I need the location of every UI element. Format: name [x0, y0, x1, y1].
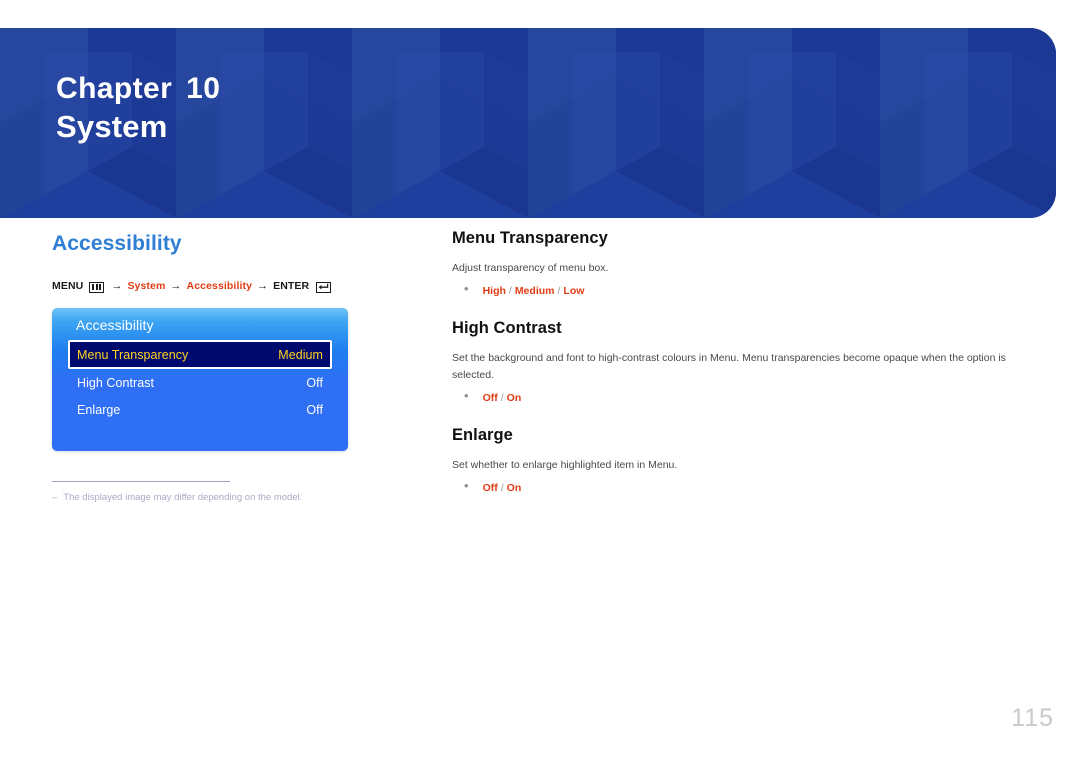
- menu-grid-icon: [89, 281, 105, 293]
- left-column: Accessibility MENU → System → Accessibil…: [52, 232, 412, 504]
- chapter-header-band: Chapter 10 System: [0, 28, 1056, 218]
- topic-enlarge: Enlarge Set whether to enlarge highlight…: [452, 426, 1022, 494]
- topic-description: Set whether to enlarge highlighted item …: [452, 458, 678, 471]
- osd-row-value: Off: [306, 402, 323, 417]
- chapter-name: System: [56, 108, 168, 144]
- option-separator: /: [500, 391, 504, 404]
- topic-options: • Off / On: [452, 387, 1022, 404]
- bullet-dot-icon: •: [464, 387, 469, 403]
- footnote-dash: –: [52, 492, 58, 503]
- footnote-text-row: – The displayed image may differ dependi…: [52, 491, 350, 504]
- osd-row-value: Off: [306, 375, 323, 390]
- right-column: Menu Transparency Adjust transparency of…: [452, 229, 1022, 516]
- topic-title: Menu Transparency: [452, 229, 608, 247]
- breadcrumb: MENU → System → Accessibility → ENTER: [52, 280, 412, 293]
- breadcrumb-arrow-1: →: [111, 280, 123, 292]
- topic-options: • High / Medium / Low: [452, 281, 1022, 298]
- option-value[interactable]: Low: [563, 285, 584, 297]
- bullet-dot-icon: •: [464, 281, 469, 297]
- page-content: Accessibility MENU → System → Accessibil…: [0, 218, 1080, 763]
- footnote: – The displayed image may differ dependi…: [52, 481, 350, 504]
- option-separator: /: [500, 482, 504, 495]
- enter-return-icon: [316, 281, 332, 293]
- breadcrumb-arrow-2: →: [170, 280, 182, 292]
- breadcrumb-item-system[interactable]: System: [127, 280, 165, 292]
- breadcrumb-menu-label: MENU: [52, 280, 84, 292]
- option-value[interactable]: On: [507, 392, 522, 404]
- breadcrumb-item-accessibility[interactable]: Accessibility: [187, 280, 253, 292]
- chapter-title-wrap: Chapter 10 System: [56, 72, 220, 146]
- option-value[interactable]: Medium: [515, 285, 555, 297]
- topic-title: Enlarge: [452, 425, 513, 444]
- option-value[interactable]: Off: [483, 392, 498, 404]
- page-number: 115: [1011, 704, 1054, 732]
- osd-menu-title: Accessibility: [76, 317, 154, 333]
- osd-row-menu-transparency[interactable]: Menu Transparency Medium: [68, 340, 332, 369]
- option-separator: /: [508, 285, 512, 298]
- option-value[interactable]: High: [483, 285, 506, 297]
- footnote-divider: [52, 481, 230, 482]
- topic-title: High Contrast: [452, 319, 562, 338]
- option-value[interactable]: Off: [483, 482, 498, 494]
- osd-menu-rows: Menu Transparency Medium High Contrast O…: [52, 340, 348, 423]
- osd-row-label: High Contrast: [77, 375, 155, 390]
- option-value[interactable]: On: [507, 482, 522, 494]
- page-title: Accessibility: [52, 232, 182, 255]
- chapter-heading: Chapter 10: [56, 72, 220, 107]
- topic-high-contrast: High Contrast Set the background and fon…: [452, 319, 1022, 404]
- chapter-number: 10: [186, 72, 221, 105]
- breadcrumb-enter-label: ENTER: [273, 280, 310, 292]
- topic-options: • Off / On: [452, 478, 1022, 495]
- osd-row-high-contrast[interactable]: High Contrast Off: [68, 369, 332, 396]
- breadcrumb-arrow-3: →: [257, 280, 269, 292]
- osd-row-enlarge[interactable]: Enlarge Off: [68, 396, 332, 423]
- topic-description: Adjust transparency of menu box.: [452, 262, 609, 274]
- topic-menu-transparency: Menu Transparency Adjust transparency of…: [452, 229, 1022, 297]
- osd-row-label: Enlarge: [77, 402, 121, 417]
- bullet-dot-icon: •: [464, 478, 469, 494]
- osd-row-value: Medium: [278, 347, 323, 362]
- topic-description: Set the background and font to high-cont…: [452, 352, 1006, 381]
- chapter-label: Chapter: [56, 72, 173, 105]
- osd-row-label: Menu Transparency: [77, 347, 189, 362]
- footnote-text: The displayed image may differ depending…: [63, 492, 303, 503]
- osd-menu-preview: Accessibility Menu Transparency Medium H…: [52, 308, 348, 451]
